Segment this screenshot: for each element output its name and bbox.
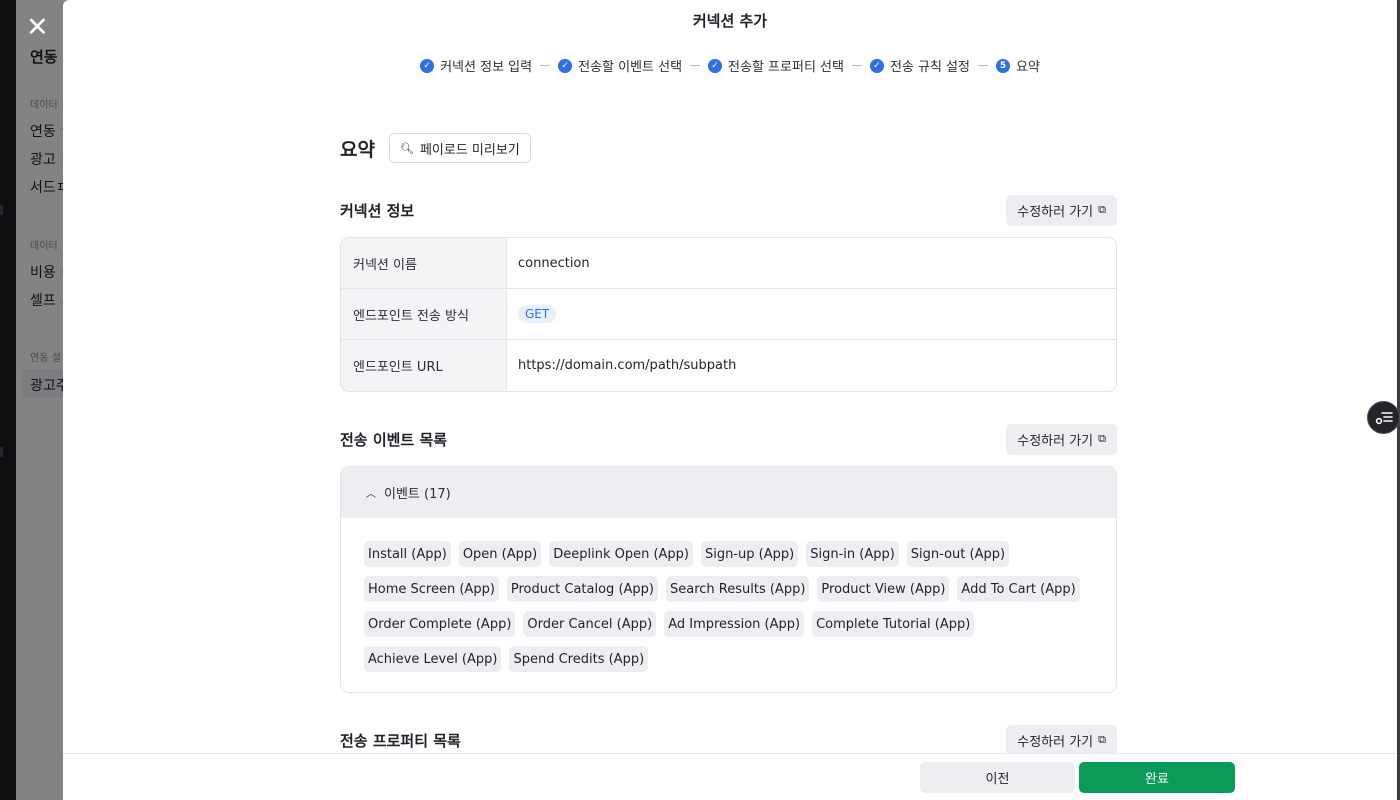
- step-select-events: ✓ 전송할 이벤트 선택: [558, 56, 682, 75]
- events-header: 전송 이벤트 목록 수정하러 가기 ⧉: [340, 423, 1117, 455]
- events-box: ︿ 이벤트 (17) Install (App) Open (App) Deepli…: [340, 466, 1117, 693]
- event-chip: Add To Cart (App): [957, 576, 1080, 602]
- connection-info-title: 커넥션 정보: [340, 201, 415, 220]
- event-chip: Sign-out (App): [906, 541, 1010, 567]
- check-circle-icon: ✓: [420, 58, 435, 73]
- event-chip: Achieve Level (App): [364, 646, 502, 672]
- step-separator: [690, 65, 701, 66]
- external-link-icon: ⧉: [1098, 203, 1106, 216]
- external-link-icon: ⧉: [1098, 733, 1106, 746]
- method-badge: GET: [518, 305, 557, 323]
- properties-title: 전송 프로퍼티 목록: [340, 731, 461, 750]
- event-chip: Spend Credits (App): [509, 646, 649, 672]
- payload-preview-label: 페이로드 미리보기: [419, 142, 520, 158]
- payload-preview-button[interactable]: 🔍︎ 페이로드 미리보기: [388, 133, 531, 163]
- event-chip: Ad Impression (App): [664, 611, 805, 637]
- search-icon: 🔍︎: [399, 141, 414, 155]
- summary-content: 요약 🔍︎ 페이로드 미리보기 커넥션 정보 수정하러 가기 ⧉ 커넥션 이름 …: [340, 132, 1117, 756]
- event-chip: Home Screen (App): [364, 576, 499, 602]
- step-separator: [851, 65, 862, 66]
- step-label: 요약: [1015, 60, 1040, 75]
- event-chip: Complete Tutorial (App): [812, 611, 975, 637]
- summary-header: 요약 🔍︎ 페이로드 미리보기: [340, 132, 1117, 164]
- event-chip: Order Complete (App): [364, 611, 516, 637]
- add-connection-modal: 커넥션 추가 ✓ 커넥션 정보 입력 ✓ 전송할 이벤트 선택 ✓ 전송할 프로…: [63, 0, 1397, 800]
- step-transfer-rules: ✓ 전송 규칙 설정: [869, 56, 970, 75]
- event-chip: Order Cancel (App): [523, 611, 657, 637]
- list-filter-icon: [1375, 411, 1393, 424]
- step-connection-info: ✓ 커넥션 정보 입력: [420, 56, 532, 75]
- edit-button-label: 수정하러 가기: [1017, 734, 1094, 750]
- step-separator: [977, 65, 988, 66]
- step-separator: [540, 65, 551, 66]
- event-chip: Sign-up (App): [701, 541, 799, 567]
- event-chip: Product Catalog (App): [506, 576, 658, 602]
- row-value: GET: [507, 289, 1116, 339]
- event-chip: Install (App): [364, 541, 451, 567]
- step-label: 전송 규칙 설정: [889, 60, 970, 75]
- row-value: https://domain.com/path/subpath: [518, 358, 737, 373]
- modal-footer: 이전 완료: [63, 753, 1397, 800]
- modal-title: 커넥션 추가: [692, 12, 768, 30]
- done-button[interactable]: 완료: [1079, 762, 1235, 793]
- connection-info-header: 커넥션 정보 수정하러 가기 ⧉: [340, 194, 1117, 226]
- events-title: 전송 이벤트 목록: [340, 430, 448, 449]
- edit-button-label: 수정하러 가기: [1017, 433, 1094, 449]
- previous-button[interactable]: 이전: [920, 762, 1075, 793]
- check-circle-icon: ✓: [869, 58, 884, 73]
- events-group-toggle[interactable]: ︿ 이벤트 (17): [341, 467, 1116, 518]
- event-chip: Sign-in (App): [806, 541, 899, 567]
- properties-header: 전송 프로퍼티 목록 수정하러 가기 ⧉: [340, 724, 1117, 756]
- step-label: 커넥션 정보 입력: [440, 60, 533, 75]
- row-label: 엔드포인트 URL: [341, 340, 507, 391]
- stepper: ✓ 커넥션 정보 입력 ✓ 전송할 이벤트 선택 ✓ 전송할 프로퍼티 선택 ✓…: [63, 56, 1397, 75]
- event-chip: Product View (App): [817, 576, 950, 602]
- step-summary: 5 요약: [995, 56, 1040, 75]
- event-chip: Deeplink Open (App): [549, 541, 693, 567]
- events-group-label: 이벤트 (17): [384, 487, 451, 502]
- check-circle-icon: ✓: [558, 58, 573, 73]
- event-chips: Install (App) Open (App) Deeplink Open (Ap…: [341, 518, 1116, 692]
- close-icon[interactable]: ✕: [26, 14, 49, 41]
- table-row: 엔드포인트 전송 방식 GET: [341, 289, 1116, 340]
- summary-title: 요약: [340, 138, 375, 161]
- table-row: 커넥션 이름 connection: [341, 238, 1116, 289]
- step-label: 전송할 프로퍼티 선택: [728, 60, 844, 75]
- row-label: 엔드포인트 전송 방식: [341, 289, 507, 339]
- external-link-icon: ⧉: [1098, 432, 1106, 445]
- floating-menu-button[interactable]: [1367, 401, 1400, 434]
- step-select-properties: ✓ 전송할 프로퍼티 선택: [708, 56, 844, 75]
- edit-events-button[interactable]: 수정하러 가기 ⧉: [1006, 423, 1117, 455]
- row-label: 커넥션 이름: [341, 238, 507, 288]
- step-label: 전송할 이벤트 선택: [578, 60, 683, 75]
- event-chip: Search Results (App): [665, 576, 810, 602]
- table-row: 엔드포인트 URL https://domain.com/path/subpat…: [341, 340, 1116, 391]
- edit-connection-info-button[interactable]: 수정하러 가기 ⧉: [1006, 194, 1117, 226]
- edit-properties-button[interactable]: 수정하러 가기 ⧉: [1006, 724, 1117, 756]
- chevron-up-icon: ︿: [366, 489, 376, 500]
- event-chip: Open (App): [458, 541, 542, 567]
- edit-button-label: 수정하러 가기: [1017, 204, 1094, 220]
- row-value: connection: [518, 255, 590, 271]
- check-circle-icon: ✓: [708, 58, 723, 73]
- step-number-badge: 5: [995, 58, 1010, 73]
- connection-info-table: 커넥션 이름 connection 엔드포인트 전송 방식 GET 엔드포인트 …: [340, 237, 1117, 392]
